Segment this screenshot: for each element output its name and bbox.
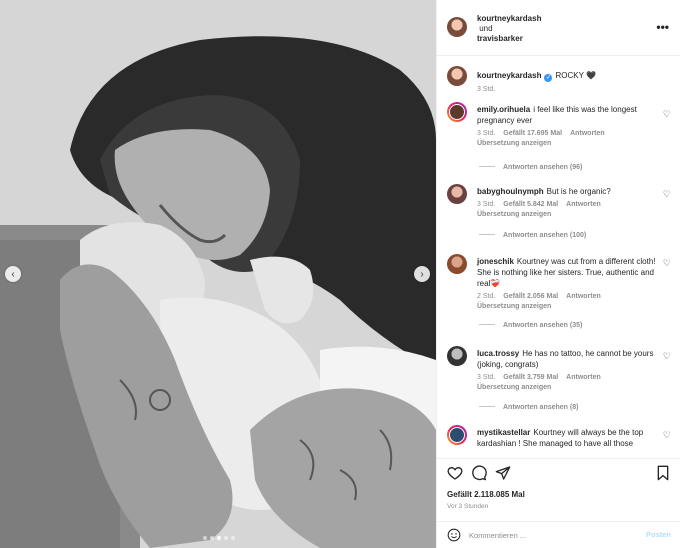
comment-username[interactable]: babyghoulnymph (477, 187, 544, 196)
comment-icon[interactable] (471, 465, 487, 481)
reply-button[interactable]: Antworten (570, 130, 605, 137)
caption-username[interactable]: kourtneykardash (477, 71, 541, 80)
translate-link[interactable]: Übersetzung anzeigen (477, 139, 665, 149)
comment-likes[interactable]: Gefällt 3.759 Mal (503, 374, 558, 381)
photo-image (0, 0, 436, 548)
commenter-avatar[interactable] (447, 184, 467, 204)
author-names: kourtneykardash und travisbarker (477, 14, 541, 44)
like-comment-icon[interactable]: ♡ (663, 430, 671, 441)
slide-dot (203, 536, 207, 540)
emoji-icon[interactable] (447, 528, 461, 542)
author-avatar[interactable] (447, 17, 467, 37)
comment-time: 3 Std. (477, 374, 496, 381)
chevron-right-icon: › (420, 268, 424, 280)
comment-username[interactable]: emily.orihuela (477, 105, 530, 114)
comment-text: But is he organic? (546, 187, 611, 196)
next-slide-button[interactable]: › (414, 266, 430, 282)
comment-username[interactable]: joneschik (477, 257, 514, 266)
slide-dot (231, 536, 235, 540)
heart-icon[interactable] (447, 465, 463, 481)
chevron-left-icon: ‹ (11, 268, 15, 280)
reply-button[interactable]: Antworten (566, 201, 601, 208)
post-comment-button[interactable]: Posten (646, 530, 671, 539)
reply-button[interactable]: Antworten (566, 374, 601, 381)
comment-time: 3 Std. (477, 201, 496, 208)
share-icon[interactable] (495, 465, 511, 481)
post-photo[interactable]: ‹ › (0, 0, 436, 548)
like-comment-icon[interactable]: ♡ (663, 351, 671, 362)
commenter-avatar[interactable] (447, 346, 467, 366)
author-username[interactable]: kourtneykardash (477, 14, 541, 24)
reply-button[interactable]: Antworten (566, 293, 601, 300)
comment-likes[interactable]: Gefällt 17.695 Mal (503, 130, 562, 137)
comment-time: 2 Std. (477, 293, 496, 300)
post-header: kourtneykardash und travisbarker ••• (437, 0, 680, 56)
comments-list[interactable]: kourtneykardash ✓ ROCKY 🖤 3 Std. emily.ori… (437, 57, 680, 457)
commenter-avatar[interactable] (447, 102, 467, 122)
bookmark-icon[interactable] (655, 465, 671, 481)
comment-likes[interactable]: Gefällt 5.842 Mal (503, 201, 558, 208)
commenter-avatar[interactable] (447, 425, 467, 445)
translate-link[interactable]: Übersetzung anzeigen (477, 302, 665, 312)
like-comment-icon[interactable]: ♡ (663, 189, 671, 200)
comment-input[interactable] (469, 528, 639, 542)
comment-likes[interactable]: Gefällt 2.056 Mal (503, 293, 558, 300)
comment-username[interactable]: luca.trossy (477, 349, 519, 358)
slide-indicator (203, 536, 235, 540)
view-replies-button[interactable]: Antworten ansehen (100) (479, 232, 586, 239)
slide-dot-active (217, 536, 221, 540)
post-time: Vor 3 Stunden (447, 503, 489, 510)
commenter-avatar[interactable] (447, 254, 467, 274)
verified-icon: ✓ (544, 74, 553, 82)
post-actions: Gefällt 2.118.085 Mal Vor 3 Stunden (437, 458, 680, 522)
view-replies-button[interactable]: Antworten ansehen (96) (479, 164, 582, 171)
view-replies-button[interactable]: Antworten ansehen (8) (479, 404, 578, 411)
translate-link[interactable]: Übersetzung anzeigen (477, 210, 665, 220)
caption-text: ROCKY 🖤 (555, 71, 596, 80)
caption-time: 3 Std. (477, 86, 496, 93)
translate-link[interactable]: Übersetzung anzeigen (477, 383, 665, 393)
like-comment-icon[interactable]: ♡ (663, 109, 671, 120)
previous-slide-button[interactable]: ‹ (5, 266, 21, 282)
view-replies-button[interactable]: Antworten ansehen (35) (479, 322, 582, 329)
comment-composer: Posten (437, 521, 680, 548)
comment-username[interactable]: mystikastellar (477, 428, 530, 437)
post-sidebar: kourtneykardash und travisbarker ••• kou… (436, 0, 680, 548)
slide-dot (210, 536, 214, 540)
like-count[interactable]: Gefällt 2.118.085 Mal (447, 490, 525, 499)
more-options-button[interactable]: ••• (656, 20, 669, 34)
slide-dot (224, 536, 228, 540)
author-connector: und (479, 24, 493, 33)
like-comment-icon[interactable]: ♡ (663, 258, 671, 269)
comment-time: 3 Std. (477, 130, 496, 137)
caption-avatar[interactable] (447, 66, 467, 86)
coauthor-username[interactable]: travisbarker (477, 34, 541, 44)
